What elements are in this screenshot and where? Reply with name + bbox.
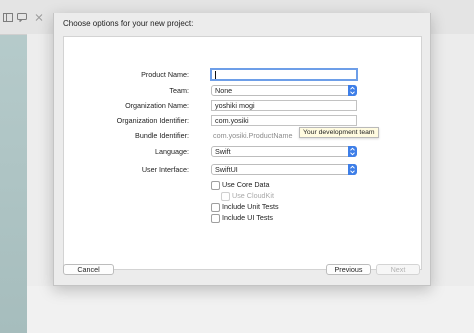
checkbox-label: Include Unit Tests [222, 202, 279, 211]
organization-identifier-label: Organization Identifier: [116, 116, 189, 125]
use-cloudkit-checkbox[interactable]: Use CloudKit [221, 191, 274, 201]
checkbox-label: Include UI Tests [222, 213, 274, 222]
popup-stepper-icon [348, 146, 357, 157]
organization-name-field[interactable]: yoshiki mogi [211, 100, 357, 111]
language-popup[interactable]: Swift [211, 146, 357, 157]
organization-name-label: Organization Name: [125, 101, 189, 110]
team-label: Team: [169, 86, 189, 95]
options-panel: Product Name: Team: None Organization Na… [63, 36, 422, 270]
user-interface-popup[interactable]: SwiftUI [211, 164, 357, 175]
organization-identifier-field[interactable]: com.yosiki [211, 115, 357, 126]
next-button[interactable]: Next [376, 264, 420, 275]
team-value: None [215, 86, 233, 95]
user-interface-label: User Interface: [141, 165, 189, 174]
team-popup[interactable]: None [211, 85, 357, 96]
include-unit-tests-checkbox[interactable]: Include Unit Tests [211, 202, 279, 212]
checkbox-box[interactable] [221, 191, 230, 201]
editor-area [27, 286, 474, 333]
message-icon[interactable] [17, 13, 27, 22]
text-caret [215, 71, 216, 80]
include-ui-tests-checkbox[interactable]: Include UI Tests [211, 213, 274, 223]
popup-stepper-icon [348, 164, 357, 175]
sheet-title: Choose options for your new project: [63, 19, 194, 28]
checkbox-box[interactable] [211, 213, 220, 223]
product-name-label: Product Name: [141, 70, 189, 79]
bundle-identifier-value: com.yosiki.ProductName [213, 131, 293, 140]
cancel-button[interactable]: Cancel [63, 264, 114, 275]
team-tooltip: Your development team [299, 127, 379, 138]
bundle-identifier-label: Bundle Identifier: [135, 131, 189, 140]
language-label: Language: [155, 147, 189, 156]
use-core-data-checkbox[interactable]: Use Core Data [211, 180, 270, 190]
checkbox-box[interactable] [211, 202, 220, 212]
checkbox-label: Use CloudKit [232, 191, 274, 200]
desktop-edge [0, 0, 27, 333]
language-value: Swift [215, 147, 231, 156]
product-name-field[interactable] [210, 68, 358, 81]
popup-stepper-icon [348, 85, 357, 96]
checkbox-label: Use Core Data [222, 180, 270, 189]
new-project-sheet: Choose options for your new project: Pro… [53, 13, 431, 286]
close-tab-icon[interactable] [34, 13, 44, 22]
sidebar-toggle-icon[interactable] [3, 13, 13, 22]
checkbox-box[interactable] [211, 180, 220, 190]
previous-button[interactable]: Previous [326, 264, 371, 275]
user-interface-value: SwiftUI [215, 165, 238, 174]
